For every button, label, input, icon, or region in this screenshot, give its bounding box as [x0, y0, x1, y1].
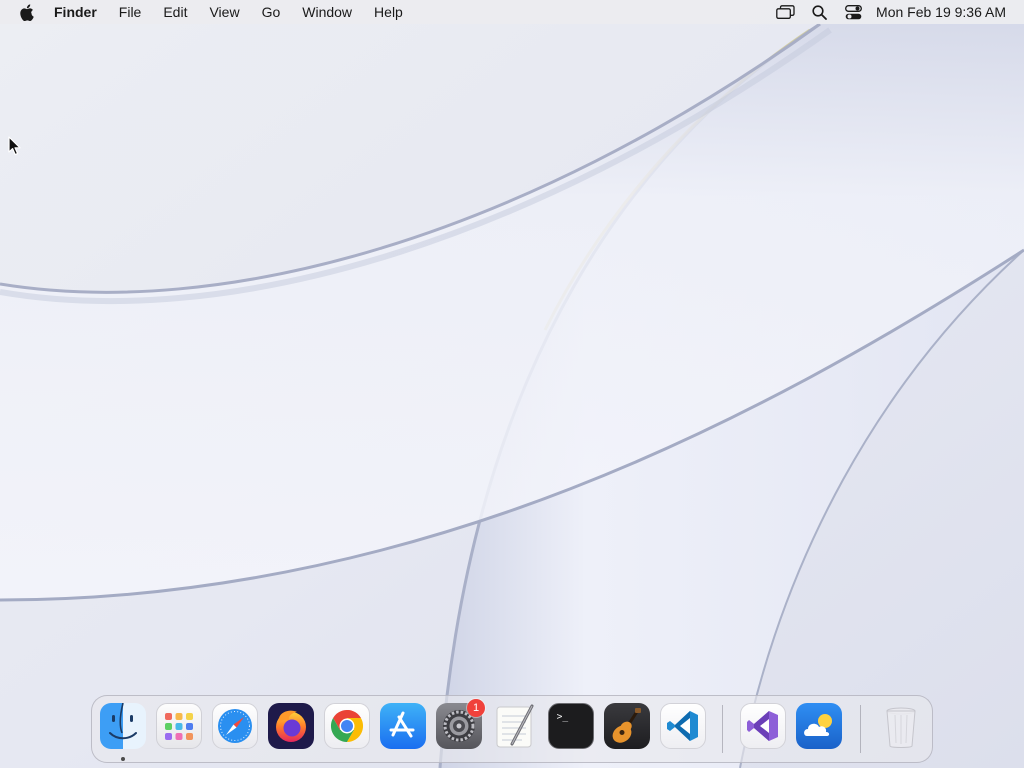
textedit-icon: [496, 704, 534, 748]
firefox-icon: [276, 710, 306, 742]
dock-item-garageband[interactable]: [604, 703, 650, 749]
dock-item-visual-studio[interactable]: [740, 703, 786, 749]
dock-item-terminal[interactable]: >_: [548, 703, 594, 749]
terminal-icon: >_: [557, 711, 569, 722]
vscode-icon: [667, 711, 698, 741]
menu-bar: Finder File Edit View Go Window Help Mon…: [0, 0, 1024, 24]
menu-view[interactable]: View: [198, 0, 250, 24]
dock-item-trash[interactable]: [878, 703, 924, 749]
dock: 1 >_: [91, 695, 933, 763]
menu-edit[interactable]: Edit: [152, 0, 198, 24]
menu-bar-right: Mon Feb 19 9:36 AM: [768, 0, 1024, 24]
visual-studio-icon: [747, 711, 778, 741]
apple-menu-button[interactable]: [0, 0, 52, 24]
spotlight-search-button[interactable]: [802, 0, 836, 24]
terminal-prompt-text: >_: [557, 711, 569, 722]
safari-icon: [218, 709, 252, 743]
dock-item-app-store[interactable]: [380, 703, 426, 749]
dock-separator: [722, 705, 723, 753]
app-store-icon: [389, 711, 415, 738]
notification-badge: 1: [467, 699, 485, 717]
menu-help[interactable]: Help: [363, 0, 414, 24]
chrome-icon: [330, 709, 364, 743]
dock-item-finder[interactable]: [100, 703, 146, 749]
app-name-menu-finder[interactable]: Finder: [52, 0, 108, 24]
dock-item-vscode[interactable]: [660, 703, 706, 749]
dock-item-weather[interactable]: [796, 703, 842, 749]
menu-go[interactable]: Go: [251, 0, 292, 24]
launchpad-icon: [165, 713, 193, 740]
desktop-wallpaper: [0, 0, 1024, 768]
control-center-button[interactable]: [836, 0, 870, 24]
spotlight-search-icon: [811, 4, 827, 20]
dock-item-firefox[interactable]: [268, 703, 314, 749]
finder-icon: [109, 703, 137, 740]
menu-file[interactable]: File: [108, 0, 153, 24]
dock-separator: [860, 705, 861, 753]
screen-mirroring-icon: [775, 5, 795, 19]
menu-bar-clock[interactable]: Mon Feb 19 9:36 AM: [870, 0, 1006, 24]
control-center-icon: [844, 4, 862, 19]
apple-logo-icon: [19, 3, 34, 21]
dock-item-textedit[interactable]: [492, 703, 538, 749]
desktop[interactable]: Finder File Edit View Go Window Help Mon…: [0, 0, 1024, 768]
menu-bar-left: Finder File Edit View Go Window Help: [0, 0, 414, 24]
trash-icon: [886, 707, 916, 748]
screen-mirroring-button[interactable]: [768, 0, 802, 24]
finder-running-indicator: [121, 757, 125, 761]
garageband-icon: [612, 708, 641, 743]
weather-icon: [804, 714, 832, 736]
menu-window[interactable]: Window: [291, 0, 363, 24]
dock-item-chrome[interactable]: [324, 703, 370, 749]
dock-item-system-settings[interactable]: 1: [436, 699, 485, 749]
dock-item-safari[interactable]: [212, 703, 258, 749]
dock-item-launchpad[interactable]: [156, 703, 202, 749]
arrow-pointer-icon: [8, 136, 21, 156]
